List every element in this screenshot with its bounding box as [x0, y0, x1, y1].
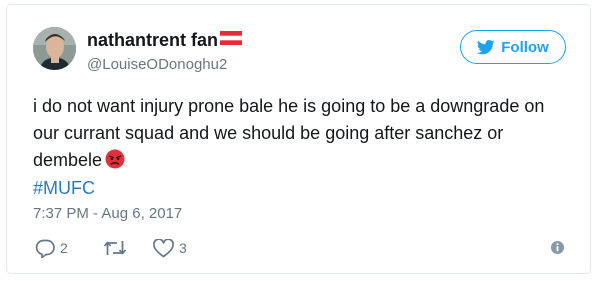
- info-icon[interactable]: [550, 240, 565, 260]
- hashtag-link[interactable]: #MUFC: [33, 177, 95, 199]
- retweet-button[interactable]: [103, 239, 153, 257]
- action-bar: 2 3: [35, 237, 187, 259]
- reply-count: 2: [60, 240, 68, 256]
- retweet-icon: [103, 239, 127, 257]
- austria-flag-icon: [220, 28, 243, 50]
- follow-label: Follow: [501, 38, 549, 56]
- tweet-text: i do not want injury prone bale he is go…: [33, 93, 573, 177]
- twitter-bird-icon: [477, 39, 501, 55]
- reply-button[interactable]: 2: [35, 239, 103, 258]
- user-handle[interactable]: @LouiseODonoghu2: [87, 56, 227, 74]
- follow-button[interactable]: Follow: [460, 30, 566, 64]
- like-button[interactable]: 3: [153, 238, 187, 258]
- avatar[interactable]: [33, 27, 76, 70]
- like-count: 3: [179, 240, 187, 256]
- heart-icon: [153, 238, 174, 258]
- angry-face-emoji: [105, 149, 125, 177]
- timestamp[interactable]: 7:37 PM - Aug 6, 2017: [33, 205, 182, 223]
- display-name[interactable]: nathantrent fan: [87, 28, 243, 52]
- tweet-card: nathantrent fan @LouiseODonoghu2 Follow …: [6, 4, 591, 274]
- display-name-text: nathantrent fan: [87, 30, 219, 50]
- reply-icon: [35, 239, 55, 258]
